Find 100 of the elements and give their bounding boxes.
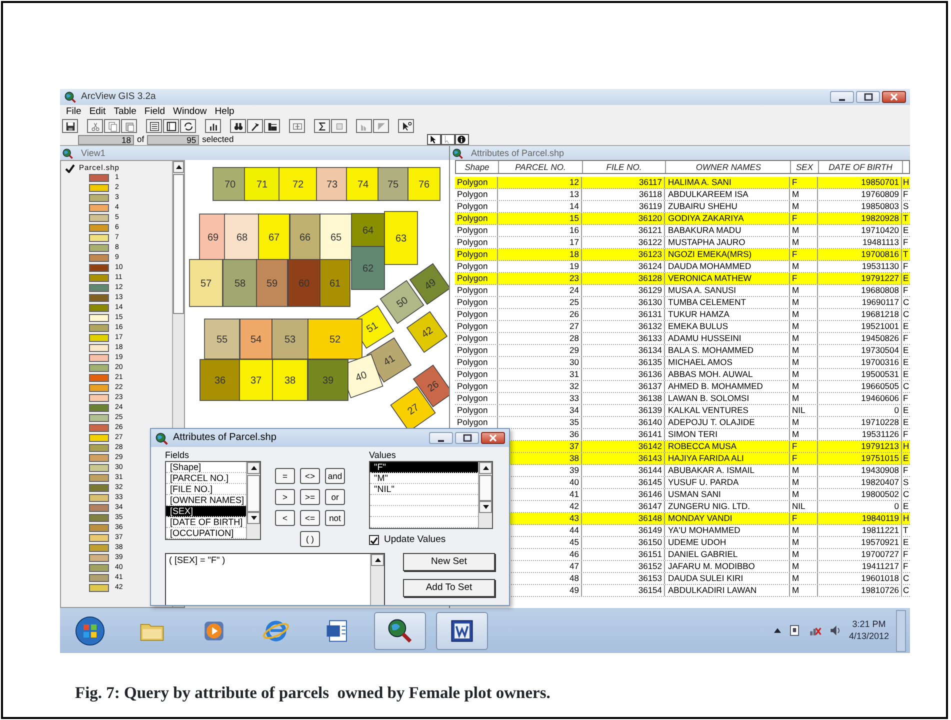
table-cell: MONDAY VANDI bbox=[665, 513, 790, 524]
column-header[interactable]: SEX bbox=[791, 161, 819, 173]
tool-button[interactable] bbox=[454, 134, 469, 145]
list-item[interactable]: [PARCEL NO.] bbox=[166, 473, 246, 484]
tool-button[interactable] bbox=[426, 134, 441, 145]
table-cell: 36143 bbox=[582, 453, 665, 464]
list-item[interactable]: "M" bbox=[370, 473, 478, 484]
list-item[interactable]: "F" bbox=[370, 462, 478, 473]
table-row[interactable]: Polygon 16 36121 BABAKURA MADU M 19710420 E bbox=[455, 225, 910, 237]
menu-item[interactable]: Window bbox=[169, 106, 211, 116]
menu-item[interactable]: File bbox=[62, 106, 86, 116]
table-row[interactable]: Polygon 15 36120 GODIYA ZAKARIYA F 19820928 T bbox=[455, 213, 910, 225]
list-item[interactable]: [Shape] bbox=[166, 462, 246, 473]
checkbox[interactable] bbox=[369, 535, 379, 546]
parcel: 61 bbox=[320, 259, 350, 307]
dialog-button[interactable]: New Set bbox=[403, 553, 495, 571]
taskbar-button[interactable] bbox=[436, 612, 488, 650]
column-header[interactable]: OWNER NAMES bbox=[666, 161, 791, 173]
operator-button[interactable]: <> bbox=[300, 468, 320, 484]
table-cell: 36119 bbox=[582, 201, 665, 212]
scrollbar[interactable] bbox=[246, 462, 260, 539]
scrollbar[interactable] bbox=[370, 554, 384, 605]
list-item[interactable]: [OCCUPATION] bbox=[166, 528, 246, 539]
minimize-button[interactable] bbox=[429, 432, 453, 444]
operator-button[interactable]: = bbox=[275, 468, 295, 484]
table-row[interactable]: Polygon 26 36131 TUKUR HAMZA M 19681218 C bbox=[455, 309, 910, 321]
close-button[interactable] bbox=[882, 91, 906, 103]
dialog-button[interactable]: Add To Set bbox=[403, 579, 495, 597]
table-row[interactable]: Polygon 35 36140 ADEPOJU T. OLAJIDE M 19710228 E bbox=[455, 417, 910, 429]
table-cell: GODIYA ZAKARIYA bbox=[665, 213, 790, 224]
table-cell: ROBECCA MUSA bbox=[665, 441, 790, 452]
table-row[interactable]: Polygon 33 36138 LAWAN B. SOLOMSI M 19460606 F bbox=[455, 393, 910, 405]
operator-button[interactable]: or bbox=[325, 489, 345, 505]
minimize-button[interactable] bbox=[830, 91, 854, 103]
list-box[interactable]: "F" "M" "NIL" bbox=[369, 461, 493, 529]
column-header[interactable]: Shape bbox=[456, 161, 499, 173]
table-row[interactable]: Polygon 17 36122 MUSTAPHA JAURO M 19481113 F bbox=[455, 237, 910, 249]
table-cell: Polygon bbox=[455, 333, 498, 344]
toolbar-button[interactable] bbox=[146, 119, 162, 133]
maximize-button[interactable] bbox=[856, 91, 880, 103]
menu-item[interactable]: Field bbox=[140, 106, 169, 116]
tool-button[interactable] bbox=[440, 134, 455, 145]
table-row[interactable]: Polygon 18 36123 NGOZI EMEKA(MRS) F 19700816 T bbox=[455, 249, 910, 261]
toolbar-button[interactable] bbox=[247, 119, 263, 133]
toolbar-button[interactable] bbox=[205, 119, 221, 133]
table-row[interactable]: Polygon 19 36124 DAUDA MOHAMMED M 19531130 F bbox=[455, 261, 910, 273]
toolbar-button[interactable] bbox=[398, 119, 414, 133]
maximize-button[interactable] bbox=[455, 432, 479, 444]
table-row[interactable]: Polygon 28 36133 ADAMU HUSSEINI M 19450826 F bbox=[455, 333, 910, 345]
table-cell: 17 bbox=[498, 237, 582, 248]
operator-button[interactable]: > bbox=[275, 489, 295, 505]
operator-button[interactable]: < bbox=[275, 510, 295, 526]
menu-item[interactable]: Edit bbox=[85, 106, 110, 116]
list-item[interactable]: [FILE NO.] bbox=[166, 484, 246, 495]
operator-button[interactable]: >= bbox=[300, 489, 320, 505]
taskbar-button[interactable] bbox=[374, 612, 426, 650]
toolbar-button[interactable] bbox=[230, 119, 246, 133]
parcel: 71 bbox=[244, 167, 280, 201]
toolbar-button[interactable] bbox=[264, 119, 280, 133]
operator-button[interactable]: not bbox=[325, 510, 345, 526]
table-cell-text: S bbox=[902, 477, 910, 488]
menu-item[interactable]: Table bbox=[110, 106, 140, 116]
operator-button[interactable]: ( ) bbox=[300, 531, 320, 547]
column-header[interactable]: DATE OF BIRTH bbox=[819, 161, 903, 173]
expression-field[interactable]: ( [SEX] = "F" ) bbox=[165, 553, 385, 605]
table-cell: TUKUR HAMZA bbox=[665, 309, 790, 320]
table-row[interactable]: Polygon 34 36139 KALKAL VENTURES NIL 0 E bbox=[455, 405, 910, 417]
list-item[interactable]: [DATE OF BIRTH] bbox=[166, 517, 246, 528]
table-row[interactable]: Polygon 29 36134 BALA S. MOHAMMED M 19730504 E bbox=[455, 345, 910, 357]
table-row[interactable]: Polygon 32 36137 AHMED B. MOHAMMED M 19660505 C bbox=[455, 381, 910, 393]
column-header[interactable]: PARCEL NO. bbox=[499, 161, 583, 173]
column-header[interactable]: FILE NO. bbox=[583, 161, 666, 173]
table-row[interactable]: Polygon 27 36132 EMEKA BULUS M 19521001 E bbox=[455, 321, 910, 333]
toolbar-button[interactable] bbox=[62, 119, 78, 133]
scrollbar[interactable] bbox=[478, 462, 492, 528]
menu-item[interactable]: Help bbox=[210, 106, 238, 116]
table-row[interactable]: Polygon 13 36118 ABDULKAREEM ISA M 19760809 F bbox=[455, 189, 910, 201]
table-row[interactable]: Polygon 24 36129 MUSA A. SANUSI M 19680808 F bbox=[455, 285, 910, 297]
parcel: 57 bbox=[189, 259, 223, 307]
table-row[interactable]: Polygon 12 36117 HALIMA A. SANI F 19850701 H bbox=[455, 177, 910, 189]
list-box[interactable]: [Shape] [PARCEL NO.] [FILE NO.] [OWNER NAMES] [SEX] [DATE OF BIRTH] [OCCUPATION] bbox=[165, 461, 261, 540]
toolbar-button[interactable] bbox=[314, 119, 330, 133]
table-cell: Polygon bbox=[455, 345, 498, 356]
toolbar-button[interactable] bbox=[180, 119, 196, 133]
table-row[interactable]: Polygon 23 36128 VERONICA MATHEW F 19791227 E bbox=[455, 273, 910, 285]
table-cell: 36120 bbox=[582, 213, 665, 224]
list-item[interactable]: [SEX] bbox=[166, 506, 246, 517]
list-item[interactable]: "NIL" bbox=[370, 484, 478, 495]
table-row[interactable]: Polygon 31 36136 ABBAS MOH. AUWAL M 19500531 E bbox=[455, 369, 910, 381]
table-row[interactable]: Polygon 25 36130 TUMBA CELEMENT M 19690117 C bbox=[455, 297, 910, 309]
operator-button[interactable]: <= bbox=[300, 510, 320, 526]
checkmark-icon[interactable] bbox=[65, 164, 75, 172]
table-cell-text: C bbox=[902, 585, 910, 596]
table-row[interactable]: Polygon 14 36119 ZUBAIRU SHEHU M 19850803 S bbox=[455, 201, 910, 213]
operator-button[interactable]: and bbox=[325, 468, 345, 484]
close-button[interactable] bbox=[481, 432, 505, 444]
toolbar-button[interactable] bbox=[163, 119, 179, 133]
list-item[interactable]: [OWNER NAMES] bbox=[166, 495, 246, 506]
table-cell: Polygon bbox=[455, 381, 498, 392]
table-row[interactable]: Polygon 30 36135 MICHAEL AMOS M 19700316 E bbox=[455, 357, 910, 369]
